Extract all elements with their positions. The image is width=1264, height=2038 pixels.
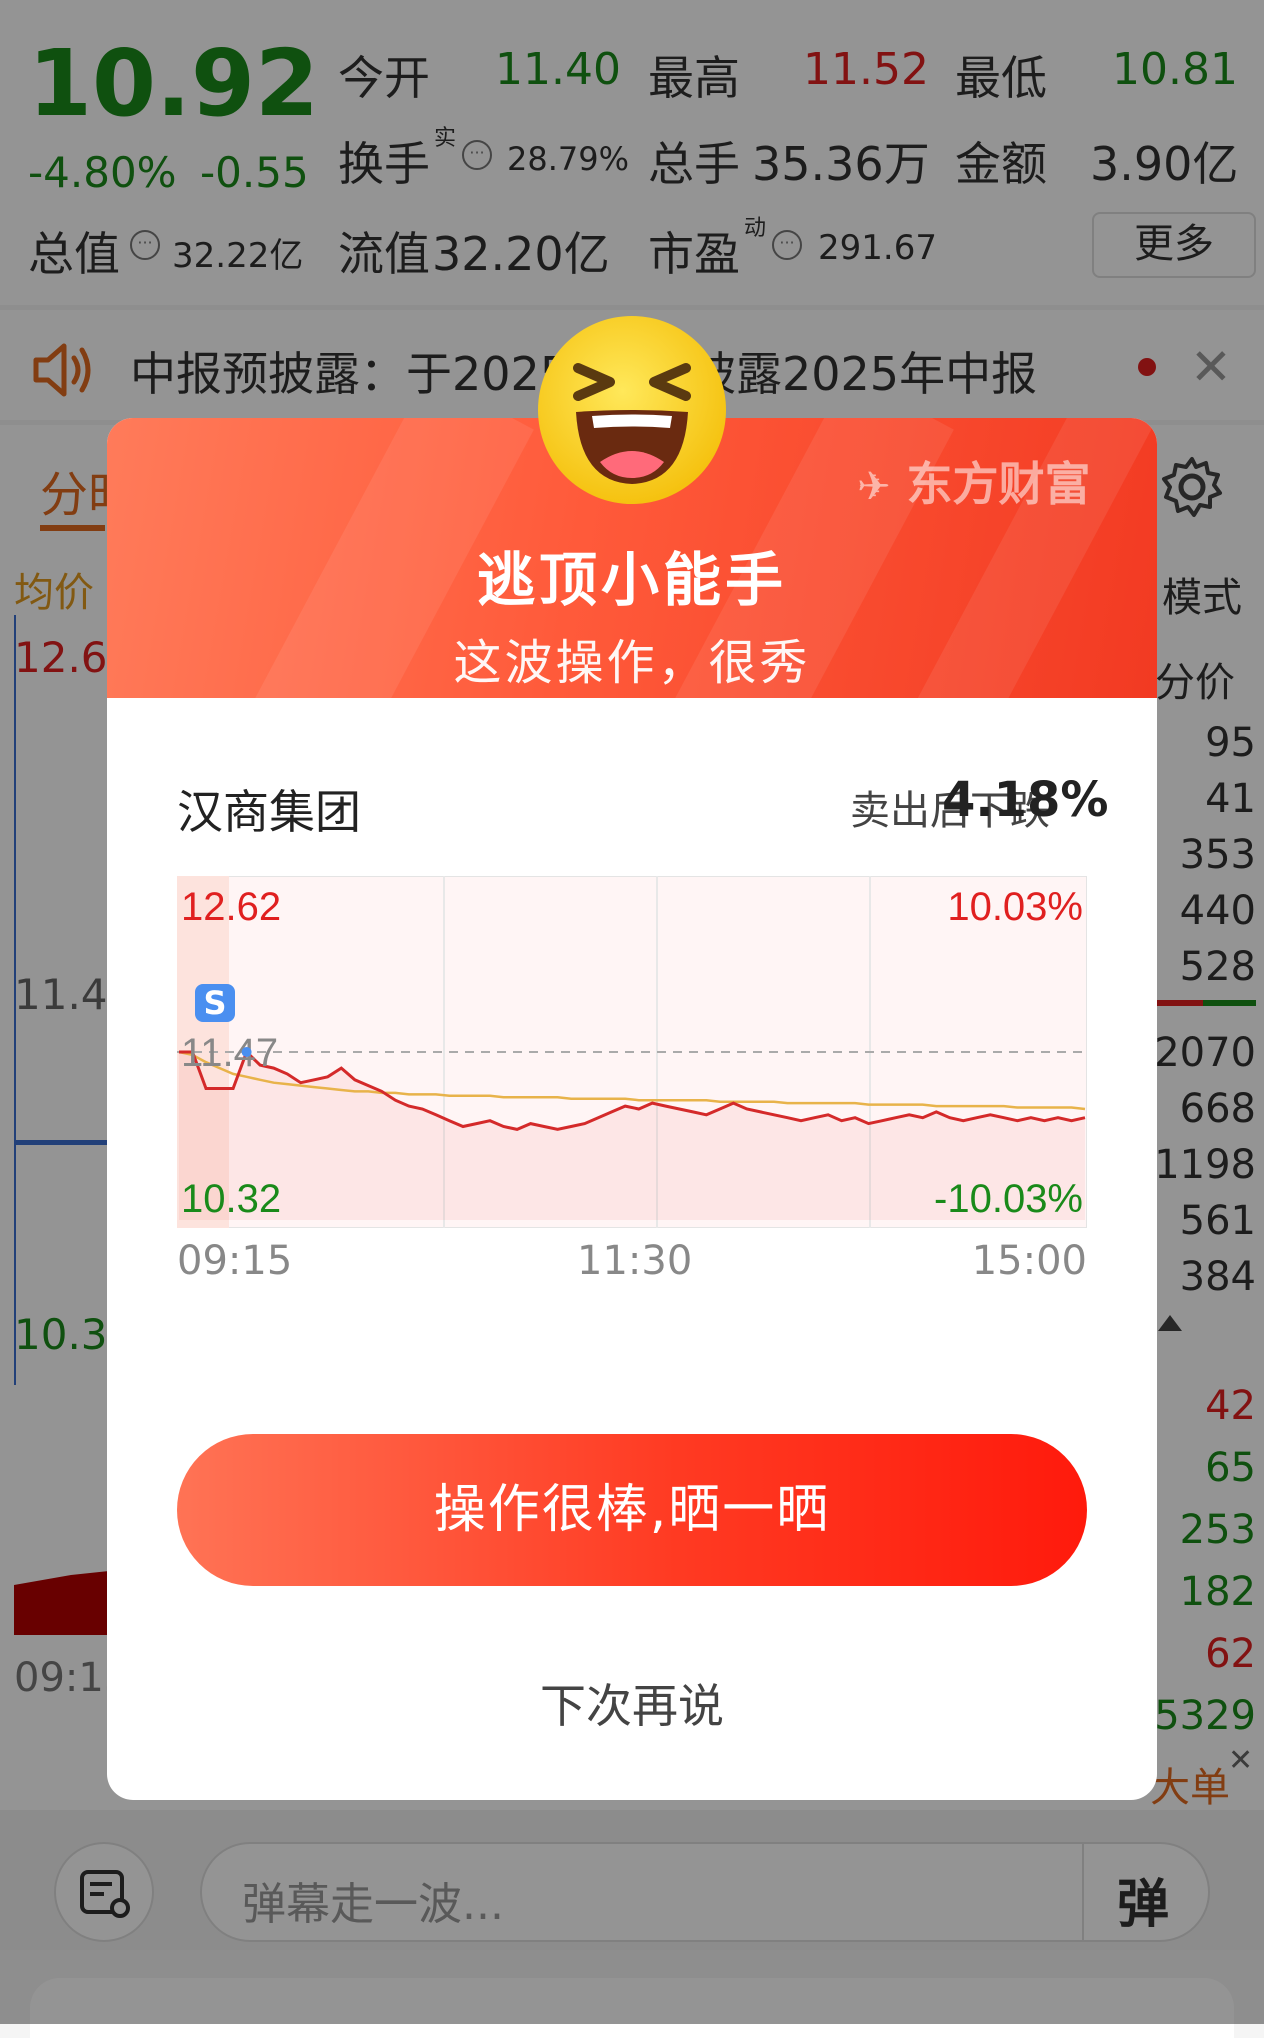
share-button[interactable]: 操作很棒,晒一晒 [177,1434,1087,1586]
intraday-chart: 12.62 11.47 10.32 10.03% -10.03% S [176,875,1088,1229]
y-min-label: 10.32 [181,1177,281,1221]
chart-svg: 12.62 11.47 10.32 10.03% -10.03% S [176,875,1088,1229]
x-axis: 09:15 11:30 15:00 [177,1238,1087,1294]
y-prev-close-label: 11.47 [181,1031,278,1075]
x-tick-label: 09:15 [177,1238,293,1284]
x-tick-label: 11:30 [577,1238,693,1284]
sell-marker-label: S [203,984,226,1022]
pct-max-label: 10.03% [947,885,1083,929]
dialog-subtitle: 这波操作，很秀 [453,635,811,691]
dialog-title: 逃顶小能手 [476,546,787,614]
x-tick-label: 15:00 [971,1238,1087,1284]
y-max-label: 12.62 [181,885,281,929]
laughing-emoji-icon [538,316,726,504]
brand-logo: ✈ 东方财富 [857,457,1091,511]
pct-min-label: -10.03% [934,1177,1083,1221]
dismiss-button[interactable]: 下次再说 [107,1670,1157,1736]
stock-name: 汉商集团 [177,785,361,839]
drop-value: 4.18% [942,772,1109,828]
achievement-dialog: ✈ 东方财富 逃顶小能手 这波操作，很秀 汉商集团 卖出后下跌 4.18% 12… [107,418,1157,1800]
